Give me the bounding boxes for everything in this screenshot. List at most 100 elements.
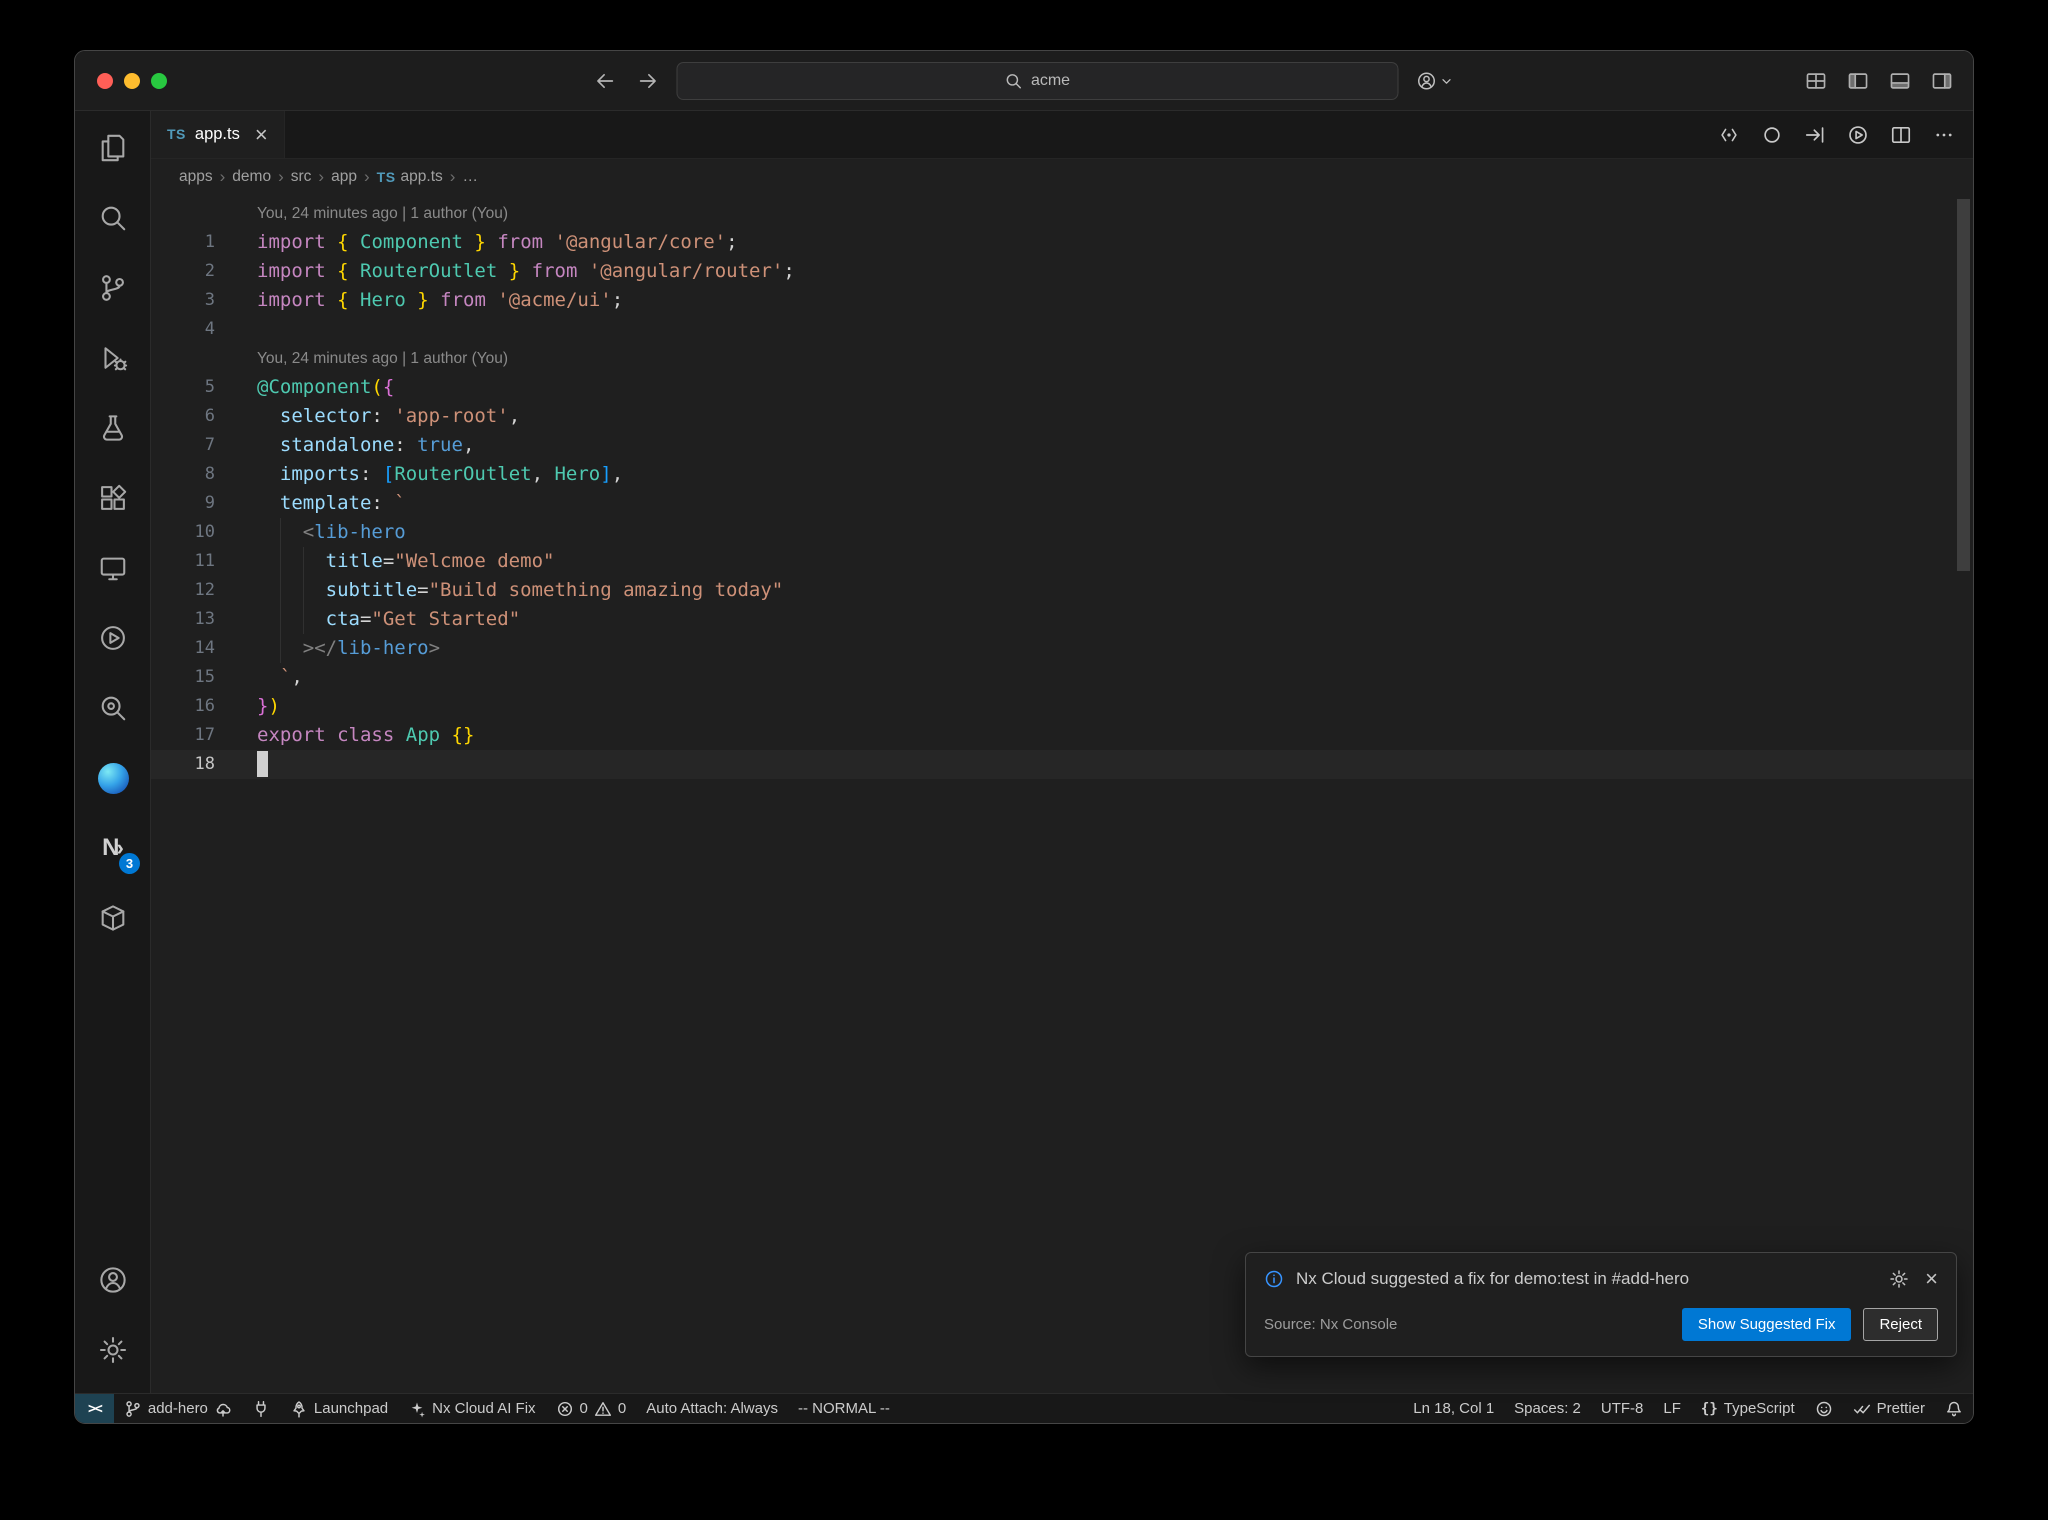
code-row-14: 14 ></lib-hero> (151, 634, 1973, 663)
git-codelens-annotation[interactable]: You, 24 minutes ago | 1 author (You) (215, 344, 1973, 373)
activity-bar-item-manage-settings[interactable] (75, 1315, 151, 1385)
run-coverage-button[interactable] (1761, 124, 1783, 146)
status-item-remote-indicator[interactable]: >< (75, 1394, 114, 1423)
breadcrumb-item-demo[interactable]: demo (232, 168, 271, 186)
breadcrumb-item-apps[interactable]: apps (179, 168, 213, 186)
code-line[interactable]: <lib-hero (215, 518, 1973, 547)
code-line[interactable]: selector: 'app-root', (215, 402, 1973, 431)
code-row-18: 18 (151, 750, 1973, 779)
code-line[interactable]: title="Welcmoe demo" (215, 547, 1973, 576)
account-menu[interactable] (1417, 71, 1454, 91)
code-line[interactable] (215, 750, 1973, 779)
status-item-vim-mode[interactable]: -- NORMAL -- (788, 1394, 900, 1423)
activity-bar-item-remote-explorer[interactable] (75, 533, 151, 603)
typescript-icon: TS (376, 169, 396, 185)
line-number: 1 (204, 232, 215, 252)
navigate-forward-button[interactable] (637, 70, 659, 92)
breadcrumb-label: src (290, 168, 312, 185)
code-editor[interactable]: You, 24 minutes ago | 1 author (You) 1 imp… (151, 195, 1973, 1393)
activity-bar-item-accounts[interactable] (75, 1245, 151, 1315)
tab-bar: TS app.ts × (151, 111, 1973, 159)
activity-bar-item-testing[interactable] (75, 393, 151, 463)
activity-bar-item-source-control[interactable] (75, 253, 151, 323)
close-window-button[interactable] (97, 72, 113, 89)
code-line[interactable]: ></lib-hero> (215, 634, 1973, 663)
command-center-search[interactable]: acme (676, 61, 1399, 100)
navigate-back-button[interactable] (595, 70, 617, 92)
customize-layout-button[interactable] (1805, 70, 1827, 92)
status-item-notifications-bell[interactable] (1935, 1394, 1973, 1423)
code-line[interactable]: standalone: true, (215, 431, 1973, 460)
toggle-panel-button[interactable] (1889, 70, 1911, 92)
git-codelens-annotation[interactable]: You, 24 minutes ago | 1 author (You) (215, 199, 1973, 228)
show-suggested-fix-button[interactable]: Show Suggested Fix (1681, 1308, 1852, 1341)
code-line[interactable]: cta="Get Started" (215, 605, 1973, 634)
run-to-cursor-button[interactable] (1804, 124, 1826, 146)
code-line[interactable]: template: ` (215, 489, 1973, 518)
activity-bar-item-nx-console[interactable]: N › 3 (75, 813, 151, 883)
code-line[interactable]: import { Hero } from '@acme/ui'; (215, 286, 1973, 315)
split-editor-button[interactable] (1890, 124, 1912, 146)
branch-icon (126, 1400, 140, 1417)
code-row-17: 17 export class App {} (151, 721, 1973, 750)
play-circle-icon (1849, 125, 1867, 144)
breadcrumb-item-app[interactable]: app (331, 168, 357, 186)
line-number: 17 (194, 725, 215, 745)
more-actions-button[interactable] (1933, 124, 1955, 146)
activity-bar-item-containers[interactable] (75, 883, 151, 953)
arrow-left-icon (597, 73, 614, 88)
toggle-secondary-sidebar-button[interactable] (1931, 70, 1953, 92)
breadcrumb-label: apps (179, 168, 213, 185)
activity-bar-item-search[interactable] (75, 183, 151, 253)
status-item-nx-launchpad[interactable]: Launchpad (280, 1394, 398, 1423)
status-item-auto-attach-plug[interactable] (242, 1394, 280, 1423)
code-line[interactable]: @Component({ (215, 373, 1973, 402)
code-line[interactable]: imports: [RouterOutlet, Hero], (215, 460, 1973, 489)
code-line[interactable]: export class App {} (215, 721, 1973, 750)
breadcrumb-item-app-ts[interactable]: TS app.ts (377, 168, 443, 186)
reject-button[interactable]: Reject (1863, 1308, 1938, 1341)
status-item-auto-attach[interactable]: Auto Attach: Always (636, 1394, 788, 1423)
activity-bar-item-run-tasks[interactable] (75, 603, 151, 673)
layout-right-icon (1932, 72, 1952, 89)
status-item-language-mode[interactable]: {} TypeScript (1691, 1394, 1805, 1423)
breadcrumb-item-src[interactable]: src (291, 168, 312, 186)
notification-source: Source: Nx Console (1264, 1316, 1398, 1333)
code-line[interactable]: import { Component } from '@angular/core… (215, 228, 1973, 257)
status-item-nx-cloud-ai-fix[interactable]: Nx Cloud AI Fix (398, 1394, 545, 1423)
activity-bar-item-run-and-debug[interactable] (75, 323, 151, 393)
line-number: 12 (194, 580, 215, 600)
zoom-window-button[interactable] (151, 72, 167, 89)
status-item-prettier[interactable]: Prettier (1843, 1394, 1935, 1423)
activity-bar-item-explorer[interactable] (75, 113, 151, 183)
run-file-button[interactable] (1847, 124, 1869, 146)
tab-close-button[interactable]: × (255, 123, 268, 146)
status-item-eol-sequence[interactable]: LF (1653, 1394, 1691, 1423)
vertical-scrollbar[interactable] (1957, 199, 1970, 571)
activity-bar-item-edge-devtools[interactable] (75, 743, 151, 813)
notification-settings-button[interactable] (1889, 1269, 1909, 1289)
line-number: 4 (204, 319, 215, 339)
code-line[interactable]: subtitle="Build something amazing today" (215, 576, 1973, 605)
status-item-git-branch-status[interactable]: add-hero (114, 1394, 242, 1423)
minimize-window-button[interactable] (124, 72, 140, 89)
code-line[interactable]: `, (215, 663, 1973, 692)
notification-close-button[interactable]: × (1921, 1268, 1938, 1290)
activity-bar-item-code-search[interactable] (75, 673, 151, 743)
status-label: UTF-8 (1600, 1400, 1644, 1417)
compare-changes-button[interactable] (1718, 124, 1740, 146)
line-number: 2 (204, 261, 215, 281)
status-item-indentation[interactable]: Spaces: 2 (1504, 1394, 1591, 1423)
activity-bar-item-extensions[interactable] (75, 463, 151, 533)
code-line[interactable] (215, 315, 1973, 344)
code-line[interactable]: import { RouterOutlet } from '@angular/r… (215, 257, 1973, 286)
code-row-11: 11 title="Welcmoe demo" (151, 547, 1973, 576)
status-item-encoding[interactable]: UTF-8 (1591, 1394, 1654, 1423)
code-line[interactable]: }) (215, 692, 1973, 721)
toggle-primary-sidebar-button[interactable] (1847, 70, 1869, 92)
status-item-problems[interactable]: 00 (546, 1394, 637, 1423)
status-item-feedback[interactable] (1805, 1394, 1843, 1423)
status-item-cursor-position[interactable]: Ln 18, Col 1 (1403, 1394, 1504, 1423)
tab-app-ts[interactable]: TS app.ts × (151, 111, 285, 158)
breadcrumb-item--[interactable]: … (462, 168, 478, 186)
